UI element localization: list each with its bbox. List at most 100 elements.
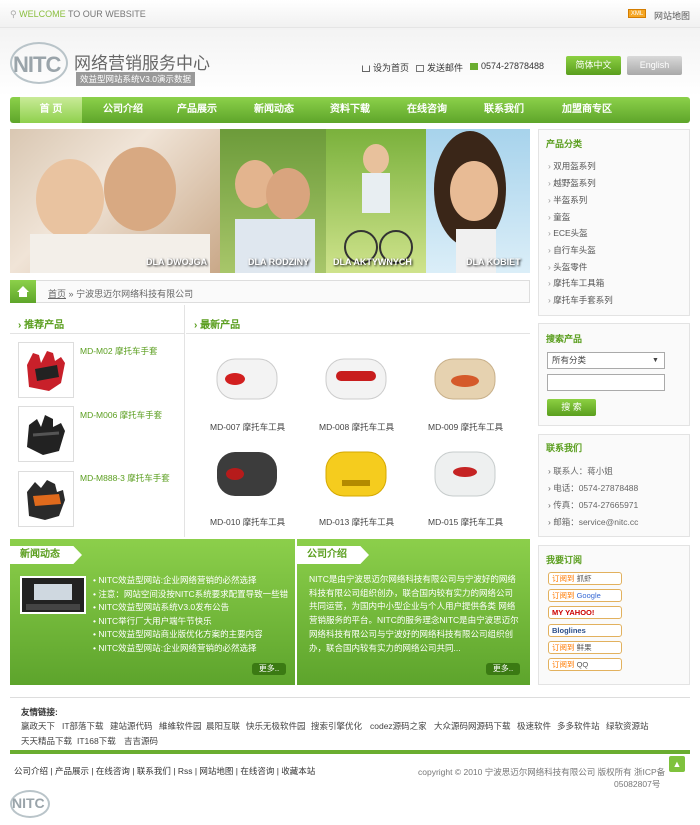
latest-item-3[interactable]: MD-009 摩托车工具 [428, 421, 503, 433]
nav-dealer[interactable]: 加盟商专区 [550, 97, 624, 123]
friend-link[interactable]: 极速软件 [517, 720, 551, 732]
subscribe-google-button[interactable]: 订阅到 Google [548, 589, 622, 602]
friend-link[interactable]: 多多软件站 [557, 720, 600, 732]
glove-image-2[interactable] [18, 406, 74, 462]
friend-link[interactable]: 建站源代码 [110, 720, 153, 732]
breadcrumb-text: 首页 » 宁波思迈尔网络科技有限公司 [48, 287, 193, 300]
category-item[interactable]: 半盔系列 [548, 194, 587, 206]
footer-link[interactable]: 在线咨询 [240, 766, 274, 776]
recommended-item-2[interactable]: MD-M006 摩托车手套 [80, 409, 162, 421]
friend-link[interactable]: 維維软件园 [159, 720, 202, 732]
category-item[interactable]: 头盔零件 [548, 261, 587, 273]
footer-link[interactable]: 网站地图 [199, 766, 233, 776]
contact-person-text: 联系人：蒋小姐 [553, 466, 613, 476]
nav-products[interactable]: 产品展示 [166, 97, 228, 123]
friend-link[interactable]: IT部落下载 [62, 720, 104, 732]
category-select[interactable]: 所有分类 ▼ [547, 352, 665, 369]
friend-link[interactable]: 快乐无极软件园 [246, 720, 306, 732]
footer-link[interactable]: 公司介绍 [14, 766, 48, 776]
subscribe-prefix: 订阅到 [552, 643, 575, 652]
footer-link[interactable]: 联系我们 [137, 766, 171, 776]
news-item[interactable]: • NITC效益型网站商业版优化方案的主要内容 [93, 628, 293, 642]
friend-link[interactable]: 搜索引擎优化 [311, 720, 362, 732]
nav-home[interactable]: 首 页 [20, 97, 82, 123]
footer-link[interactable]: 产品展示 [55, 766, 89, 776]
phone-number: 0574-27878488 [481, 61, 545, 71]
latest-item-2[interactable]: MD-008 摩托车工具 [319, 421, 394, 433]
glove-image-3[interactable] [18, 471, 74, 527]
category-item[interactable]: 摩托车工具箱 [548, 277, 604, 289]
friend-link[interactable]: 大众源码网源码下载 [434, 720, 511, 732]
nav-news[interactable]: 新闻动态 [243, 97, 305, 123]
set-home-link[interactable]: 设为首页 [362, 61, 409, 74]
phone: 0574-27878488 [470, 61, 544, 71]
footer-link[interactable]: Rss [178, 766, 193, 776]
nav-contact[interactable]: 联系我们 [473, 97, 535, 123]
toolbox-image-5[interactable] [320, 440, 392, 508]
contact-fax-text: 传真：0574-27665971 [553, 500, 639, 510]
news-item[interactable]: • NITC效益型网站:企业网络营销的必然选择 [93, 574, 293, 588]
friend-link[interactable]: 吉吉源码 [124, 735, 158, 747]
news-thumbnail[interactable] [20, 576, 86, 614]
toolbox-image-2[interactable] [320, 345, 392, 413]
latest-item-4[interactable]: MD-010 摩托车工具 [210, 516, 285, 528]
latest-item-5[interactable]: MD-013 摩托车工具 [319, 516, 394, 528]
about-text: NITC是由宁波思迈尔网络科技有限公司与宁波好的网络科技有限公司组织创办，联合国… [309, 574, 519, 653]
subscribe-yahoo-button[interactable]: MY YAHOO! [548, 606, 622, 619]
news-more-button[interactable]: 更多.. [252, 663, 286, 675]
news-item-text: 注意：网站空间没按NITC系统要求配置导致一些错 [98, 588, 289, 599]
subscribe-qq-button[interactable]: 订阅到 QQ [548, 658, 622, 671]
latest-item-1[interactable]: MD-007 摩托车工具 [210, 421, 285, 433]
glove-image-1[interactable] [18, 342, 74, 398]
friend-link[interactable]: 绿软资源站 [606, 720, 649, 732]
footer-link[interactable]: 收藏本站 [281, 766, 315, 776]
news-item[interactable]: • NITC效益型网站:企业网络营销的必然选择 [93, 642, 293, 656]
category-item[interactable]: 双用盔系列 [548, 160, 596, 172]
category-item[interactable]: 越野盔系列 [548, 177, 596, 189]
logo[interactable]: NITC [13, 52, 67, 78]
toolbox-image-3[interactable] [429, 345, 501, 413]
search-button[interactable]: 搜 索 [547, 399, 596, 416]
about-tab[interactable]: 公司介绍 [297, 546, 369, 564]
friend-link[interactable]: 赢政天下 [21, 720, 55, 732]
friend-link[interactable]: codez源码之家 [370, 720, 427, 732]
banner-caption-4: DLA KOBIET [466, 257, 521, 267]
toolbox-image-1[interactable] [211, 345, 283, 413]
subscribe-xianguo-button[interactable]: 订阅到 鲜果 [548, 641, 622, 654]
category-item[interactable]: ECE头盔 [548, 227, 587, 239]
subscribe-bloglines-button[interactable]: Bloglines [548, 624, 622, 637]
nav-about[interactable]: 公司介绍 [92, 97, 154, 123]
xml-icon[interactable]: XML [628, 9, 646, 18]
category-item[interactable]: 自行车头盔 [548, 244, 596, 256]
breadcrumb-home-icon[interactable] [10, 280, 36, 303]
sitemap-link-top[interactable]: 网站地图 [654, 9, 690, 22]
chinese-button[interactable]: 简体中文 [566, 56, 621, 75]
recommended-item-1[interactable]: MD-M02 摩托车手套 [80, 345, 157, 357]
news-item[interactable]: • NITC效益型网站系统V3.0发布公告 [93, 601, 293, 615]
send-mail-link[interactable]: 发送邮件 [416, 61, 463, 74]
about-more-button[interactable]: 更多.. [486, 663, 520, 675]
back-to-top-icon[interactable]: ▲ [669, 756, 685, 772]
search-input[interactable] [547, 374, 665, 391]
subscribe-zhuaxia-button[interactable]: 订阅到 抓虾 [548, 572, 622, 585]
friend-link[interactable]: 天天精品下载 [21, 735, 72, 747]
news-item[interactable]: • 注意：网站空间没按NITC系统要求配置导致一些错 [93, 588, 293, 602]
nav-downloads[interactable]: 资料下载 [319, 97, 381, 123]
recommended-item-3[interactable]: MD-M888-3 摩托车手套 [80, 472, 170, 484]
english-button[interactable]: English [627, 56, 682, 75]
toolbox-image-6[interactable] [429, 440, 501, 508]
latest-item-6[interactable]: MD-015 摩托车工具 [428, 516, 503, 528]
friend-link[interactable]: IT168下载 [77, 735, 116, 747]
breadcrumb-home-link[interactable]: 首页 [48, 289, 66, 299]
news-item[interactable]: • NITC举行厂大用户端午节快乐 [93, 615, 293, 629]
footer-link[interactable]: 在线咨询 [96, 766, 130, 776]
toolbox-image-4[interactable] [211, 440, 283, 508]
category-item[interactable]: 摩托车手套系列 [548, 294, 613, 306]
news-tab[interactable]: 新闻动态 [10, 546, 82, 564]
banner-photo-woman [426, 129, 530, 273]
nav-consult[interactable]: 在线咨询 [396, 97, 458, 123]
recommended-title-text: 推荐产品 [24, 320, 65, 331]
welcome-prefix: WELCOME [19, 9, 66, 19]
friend-link[interactable]: 晨阳互联 [206, 720, 240, 732]
category-item[interactable]: 童盔 [548, 211, 570, 223]
